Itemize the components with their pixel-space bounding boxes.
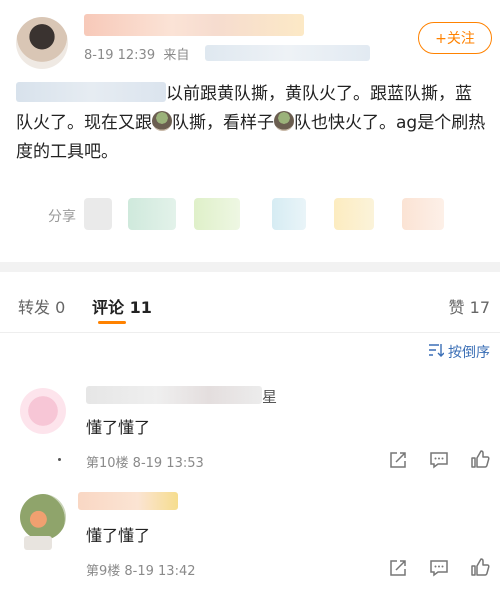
repost-icon[interactable] bbox=[388, 450, 408, 470]
commenter-badge-redacted bbox=[24, 536, 52, 550]
tab-reposts[interactable]: 转发 0 bbox=[18, 294, 65, 318]
comment-meta: 第9楼 8-19 13:42 bbox=[86, 564, 196, 579]
commenter-name-tail: 星 bbox=[262, 388, 278, 406]
tab-comments[interactable]: 评论 11 bbox=[92, 294, 152, 318]
repost-icon[interactable] bbox=[388, 558, 408, 578]
author-name-redacted[interactable] bbox=[84, 14, 304, 36]
share-target-redacted[interactable] bbox=[272, 198, 306, 230]
comment-text: 懂了懂了 bbox=[86, 526, 151, 545]
share-target-redacted[interactable] bbox=[84, 198, 112, 230]
reply-icon[interactable] bbox=[429, 450, 449, 470]
comment-text: 懂了懂了 bbox=[86, 418, 151, 437]
share-target-redacted[interactable] bbox=[128, 198, 176, 230]
post-meta: 8-19 12:39 来自 bbox=[84, 44, 189, 63]
follow-button[interactable]: +关注 bbox=[418, 22, 492, 54]
sort-button[interactable]: 按倒序 bbox=[428, 342, 490, 362]
sort-icon bbox=[428, 343, 445, 361]
commenter-name-redacted[interactable] bbox=[78, 492, 178, 510]
post-timestamp: 8-19 12:39 bbox=[84, 48, 156, 63]
mention-redacted[interactable] bbox=[16, 82, 166, 102]
like-icon[interactable] bbox=[470, 557, 490, 577]
emoji-icon bbox=[152, 111, 172, 131]
share-target-redacted[interactable] bbox=[402, 198, 444, 230]
commenter-avatar[interactable] bbox=[20, 388, 66, 434]
tabs-divider bbox=[0, 332, 500, 333]
like-icon[interactable] bbox=[470, 449, 490, 469]
share-target-redacted[interactable] bbox=[194, 198, 240, 230]
post-text: 以前跟黄队撕，黄队火了。跟蓝队撕，蓝队火了。现在又跟 队撕，看样子 队也快火了。ag… bbox=[16, 82, 486, 162]
section-divider bbox=[0, 262, 500, 272]
share-target-redacted[interactable] bbox=[334, 198, 374, 230]
tab-likes[interactable]: 赞 17 bbox=[449, 294, 490, 318]
active-tab-indicator bbox=[98, 321, 126, 324]
comment-meta: 第10楼 8-19 13:53 bbox=[86, 456, 204, 471]
sort-label: 按倒序 bbox=[448, 345, 490, 361]
share-label: 分享 bbox=[48, 209, 76, 225]
commenter-avatar[interactable] bbox=[20, 494, 66, 540]
reply-icon[interactable] bbox=[429, 558, 449, 578]
emoji-icon bbox=[274, 111, 294, 131]
post-source-prefix: 来自 bbox=[163, 48, 190, 63]
post-source-redacted bbox=[205, 45, 370, 61]
dot-icon bbox=[58, 458, 61, 461]
author-avatar[interactable] bbox=[16, 17, 68, 69]
commenter-name-redacted[interactable] bbox=[86, 386, 262, 404]
